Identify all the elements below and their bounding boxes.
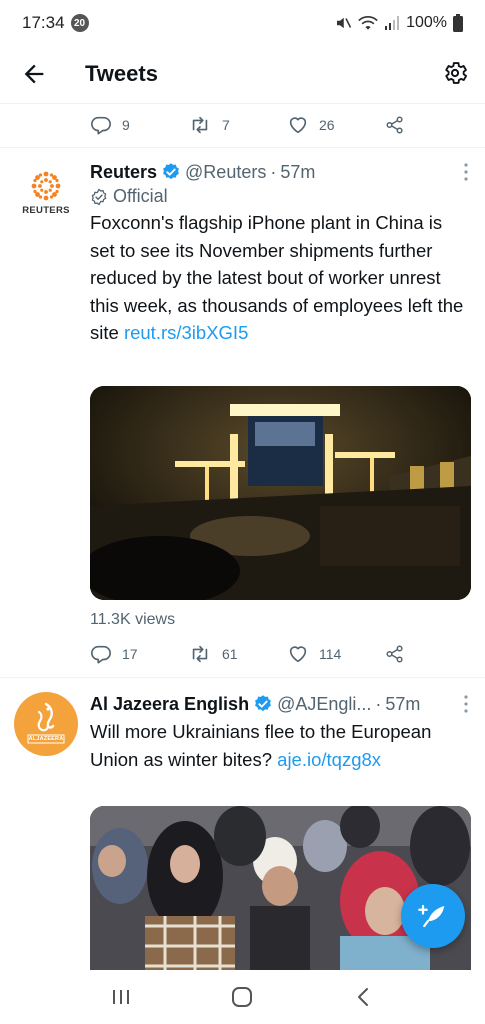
avatar-aljazeera[interactable]: ALJAZEERA (14, 692, 78, 756)
share-icon (386, 116, 403, 134)
page-title: Tweets (85, 61, 158, 86)
more-options-icon[interactable] (459, 162, 473, 182)
retweet-count: 61 (222, 646, 238, 662)
avatar-reuters-text: REUTERS (22, 205, 70, 216)
compose-feather-icon (418, 904, 445, 928)
recent-apps-icon[interactable] (109, 987, 133, 1007)
tweet-text: Will more Ukrainians flee to the Europea… (90, 718, 471, 773)
reply-icon (91, 116, 111, 135)
back-arrow-icon[interactable] (20, 60, 48, 88)
app-header: Tweets (0, 46, 485, 104)
tweet-link[interactable]: reut.rs/3ibXGI5 (124, 322, 248, 343)
display-name[interactable]: Al Jazeera English (90, 692, 249, 716)
signal-icon (385, 16, 400, 30)
compose-tweet-button[interactable] (401, 884, 465, 948)
retweet-button[interactable]: 7 (188, 114, 230, 136)
timestamp[interactable]: 57m (385, 692, 420, 716)
heart-icon (289, 117, 307, 134)
status-icons: 100% (334, 14, 463, 32)
separator-dot: · (270, 162, 277, 182)
reply-count: 17 (122, 646, 138, 662)
battery-icon (453, 14, 463, 32)
retweet-icon (192, 116, 208, 134)
tweet-header: Al Jazeera English @AJEngli... · 57m (90, 692, 471, 716)
reply-count: 9 (122, 117, 130, 133)
tweet-header: Reuters @Reuters · 57m (90, 160, 471, 184)
factory-gate-photo (90, 386, 471, 600)
tweet-actions: 17 61 114 (0, 643, 485, 667)
separator-dot: · (375, 694, 382, 714)
aljazeera-logo-icon (27, 702, 65, 744)
display-name[interactable]: Reuters (90, 160, 157, 184)
handle[interactable]: @Reuters (185, 160, 266, 184)
wifi-icon (358, 16, 378, 30)
retweet-icon (192, 645, 208, 663)
notification-badge: 20 (70, 14, 89, 32)
gear-icon[interactable] (441, 59, 469, 87)
share-icon (386, 645, 403, 663)
tweet-reuters[interactable]: REUTERS Reuters @Reuters · 57m Official … (0, 148, 485, 678)
mute-icon (337, 17, 352, 29)
official-check-icon (91, 188, 107, 205)
share-button[interactable] (384, 643, 406, 665)
view-count: 11.3K views (90, 611, 176, 628)
battery-level: 100% (406, 14, 447, 31)
tweet-body: Reuters @Reuters · 57m Official Foxconn'… (90, 160, 471, 347)
share-button[interactable] (384, 114, 406, 136)
back-nav-icon[interactable] (352, 985, 376, 1009)
status-bar: 17:34 20 100% (0, 0, 485, 46)
like-count: 114 (319, 646, 342, 662)
tweet-media-image[interactable] (90, 386, 471, 600)
home-icon[interactable] (230, 985, 254, 1009)
tweet-body: Al Jazeera English @AJEngli... · 57m Wil… (90, 692, 471, 773)
timestamp[interactable]: 57m (280, 160, 315, 184)
reply-button[interactable]: 17 (90, 643, 138, 665)
tweet-text: Foxconn's flagship iPhone plant in China… (90, 209, 471, 347)
more-options-icon[interactable] (459, 694, 473, 714)
reply-button[interactable]: 9 (90, 114, 130, 136)
like-button[interactable]: 114 (287, 643, 341, 665)
handle[interactable]: @AJEngli... (277, 692, 371, 716)
avatar-aljazeera-text: ALJAZEERA (28, 736, 64, 742)
official-label: Official (90, 186, 471, 207)
reply-icon (91, 645, 111, 664)
previous-tweet-actions: 9 7 26 (0, 104, 485, 148)
status-time: 17:34 (22, 13, 65, 32)
like-button[interactable]: 26 (287, 114, 335, 136)
official-text: Official (113, 186, 168, 206)
verified-badge-icon (163, 163, 179, 180)
avatar-reuters[interactable]: REUTERS (14, 160, 78, 224)
tweet-link[interactable]: aje.io/tqzg8x (277, 749, 381, 770)
android-nav-bar (0, 970, 485, 1024)
heart-icon (289, 646, 307, 663)
retweet-button[interactable]: 61 (188, 643, 238, 665)
like-count: 26 (319, 117, 335, 133)
verified-badge-icon (255, 695, 271, 712)
retweet-count: 7 (222, 117, 230, 133)
